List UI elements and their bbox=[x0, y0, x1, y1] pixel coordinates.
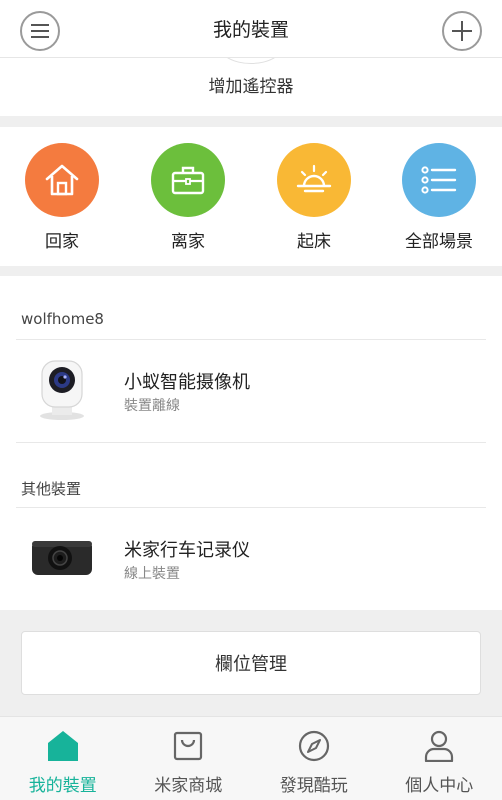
device-name: 米家行车记录仪 bbox=[124, 540, 250, 561]
add-device-button[interactable] bbox=[442, 11, 482, 51]
briefcase-icon bbox=[171, 166, 205, 195]
group-title: 其他裝置 bbox=[21, 480, 82, 498]
shopping-bag-icon bbox=[174, 731, 203, 761]
tab-mi-store[interactable]: 米家商城 bbox=[126, 717, 252, 800]
compass-icon bbox=[298, 730, 329, 762]
person-icon bbox=[425, 730, 454, 762]
scene-home[interactable]: 回家 bbox=[12, 143, 112, 252]
plus-icon bbox=[452, 21, 472, 41]
device-row-dashcam[interactable]: 米家行车记录仪 線上裝置 bbox=[0, 508, 502, 610]
tab-my-devices[interactable]: 我的裝置 bbox=[0, 717, 126, 800]
device-list: wolfhome8 小蚁智能摄像机 裝置離線 其他裝置 米家行车记录仪 線上裝置 bbox=[0, 276, 502, 610]
device-status: 線上裝置 bbox=[124, 566, 180, 582]
scene-all-circle bbox=[402, 143, 476, 217]
page-title: 我的裝置 bbox=[212, 19, 289, 41]
menu-button[interactable] bbox=[20, 11, 60, 51]
camera-thumbnail bbox=[26, 354, 98, 426]
scene-wakeup[interactable]: 起床 bbox=[264, 143, 364, 252]
camera-icon bbox=[40, 360, 84, 420]
tab-label: 發現酷玩 bbox=[279, 776, 348, 796]
tab-profile[interactable]: 個人中心 bbox=[377, 717, 502, 800]
scene-all[interactable]: 全部場景 bbox=[389, 143, 489, 252]
divider bbox=[16, 442, 486, 443]
add-remote-card[interactable]: 增加遙控器 bbox=[0, 58, 502, 116]
remote-icon bbox=[219, 58, 283, 64]
group-title: wolfhome8 bbox=[21, 310, 104, 328]
device-row-camera[interactable]: 小蚁智能摄像机 裝置離線 bbox=[0, 340, 502, 442]
tab-label: 米家商城 bbox=[154, 776, 223, 796]
manage-columns-button[interactable]: 欄位管理 bbox=[21, 631, 481, 695]
device-status: 裝置離線 bbox=[124, 398, 180, 414]
list-icon bbox=[421, 166, 457, 194]
bottom-tab-bar: 我的裝置 米家商城 發現酷玩 個人中心 bbox=[0, 716, 502, 800]
tab-label: 我的裝置 bbox=[28, 776, 97, 796]
scene-home-circle bbox=[25, 143, 99, 217]
dashcam-icon bbox=[32, 541, 92, 575]
menu-icon bbox=[31, 24, 49, 38]
device-name: 小蚁智能摄像机 bbox=[124, 372, 250, 393]
add-remote-label: 增加遙控器 bbox=[208, 77, 294, 97]
top-bar: 我的裝置 bbox=[0, 0, 502, 58]
scene-label: 离家 bbox=[171, 232, 205, 252]
scene-row: 回家 离家 起床 全部場景 bbox=[0, 127, 502, 266]
tab-label: 個人中心 bbox=[405, 776, 474, 796]
scene-wakeup-circle bbox=[277, 143, 351, 217]
tab-discover[interactable]: 發現酷玩 bbox=[251, 717, 377, 800]
scene-leave-circle bbox=[151, 143, 225, 217]
scene-leave[interactable]: 离家 bbox=[138, 143, 238, 252]
dashcam-thumbnail bbox=[26, 522, 98, 594]
scene-label: 回家 bbox=[45, 232, 79, 252]
scene-label: 起床 bbox=[297, 232, 331, 252]
home-icon bbox=[47, 731, 78, 761]
scene-label: 全部場景 bbox=[405, 232, 473, 252]
house-icon bbox=[45, 164, 79, 196]
sunrise-icon bbox=[296, 164, 332, 193]
